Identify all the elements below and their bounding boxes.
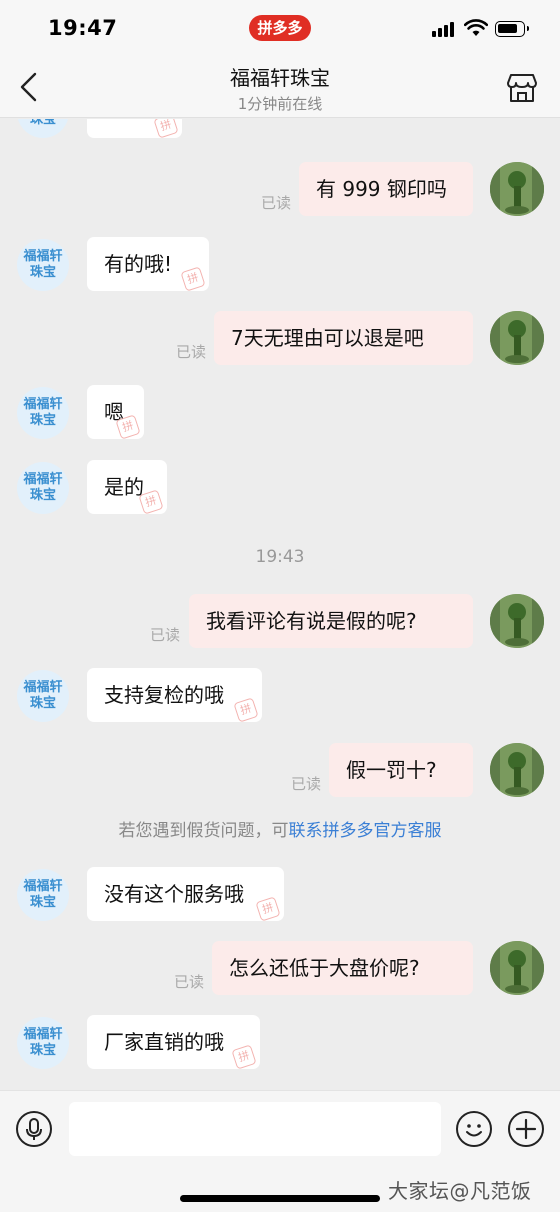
status-time: 19:47 [48,16,118,40]
pdd-tag: 拼 [138,489,164,514]
message-text: 我看评论有说是假的呢? [206,609,417,633]
message-row: 已读 我看评论有说是假的呢? [0,594,560,654]
wifi-icon [464,19,488,36]
message-bubble[interactable]: 是的 拼 [87,460,167,514]
user-avatar[interactable] [490,743,544,797]
read-status: 已读 [291,775,322,793]
message-row: 福福轩 珠宝 厂家直销的哦 拼 [0,1015,560,1075]
message-bubble[interactable]: 嗯 拼 [87,385,144,439]
smiley-icon [466,1124,482,1137]
home-indicator[interactable] [180,1195,380,1202]
pdd-tag: 拼 [231,1044,257,1069]
message-text: 有 999 钢印吗 [316,177,447,201]
message-text: 有的哦! [104,252,173,276]
message-row: 已读 假一罚十? [0,743,560,803]
battery-icon [495,21,529,37]
message-row: 已读 怎么还低于大盘价呢? [0,941,560,1001]
message-bubble[interactable]: 486m 拼 [87,119,182,138]
pdd-tag: 拼 [233,697,259,722]
message-row: 福福轩 珠宝 没有这个服务哦 拼 [0,867,560,927]
read-status: 已读 [261,194,292,212]
anti-fake-notice: 若您遇到假货问题，可联系拼多多官方客服 [0,816,560,841]
read-status: 已读 [150,626,181,644]
pdd-tag: 拼 [255,896,281,921]
pdd-tag: 拼 [115,414,141,439]
message-row: 福福轩珠宝 486m 拼 [0,119,560,144]
message-bubble[interactable]: 假一罚十? [329,743,473,797]
nav-bar: 福福轩珠宝 1分钟前在线 [0,56,560,118]
emoji-button[interactable] [456,1111,492,1147]
pdd-tag: 拼 [180,266,206,291]
user-avatar[interactable] [490,162,544,216]
official-support-link[interactable]: 联系拼多多官方客服 [289,821,442,841]
shop-avatar[interactable]: 福福轩珠宝 [17,119,69,138]
online-status: 1分钟前在线 [237,95,323,113]
status-bar: 19:47 拼多多 [0,0,560,56]
message-row: 福福轩 珠宝 嗯 拼 [0,385,560,445]
read-status: 已读 [176,343,207,361]
message-text: 486m [104,119,162,123]
message-bubble[interactable]: 没有这个服务哦 拼 [87,867,284,921]
message-row: 福福轩 珠宝 是的 拼 [0,460,560,520]
plus-icon [515,1118,537,1140]
microphone-icon [26,1118,42,1140]
message-text: 怎么还低于大盘价呢? [229,956,420,980]
signal-icon [432,22,456,37]
read-status: 已读 [174,973,205,991]
message-bubble[interactable]: 怎么还低于大盘价呢? [212,941,473,995]
user-avatar[interactable] [490,941,544,995]
message-text: 7天无理由可以退是吧 [231,326,424,350]
shop-avatar[interactable]: 福福轩珠宝 [17,869,69,921]
message-row: 已读 7天无理由可以退是吧 [0,311,560,371]
store-icon[interactable] [505,72,539,104]
message-bubble[interactable]: 7天无理由可以退是吧 [214,311,473,365]
shop-avatar[interactable]: 福福轩珠宝 [17,387,69,439]
chat-timestamp: 19:43 [255,547,305,567]
message-row: 福福轩 珠宝 支持复检的哦 拼 [0,668,560,728]
input-bar: 大家坛@凡范饭 [0,1090,560,1212]
message-bubble[interactable]: 有 999 钢印吗 [299,162,473,216]
message-text: 厂家直销的哦 [104,1030,224,1054]
message-text: 没有这个服务哦 [104,882,244,906]
watermark: 大家坛@凡范饭 [388,1179,532,1203]
notice-text: 若您遇到假货问题，可 [118,821,289,841]
more-button[interactable] [508,1111,544,1147]
message-row: 已读 有 999 钢印吗 [0,162,560,222]
user-avatar[interactable] [490,594,544,648]
message-bubble[interactable]: 我看评论有说是假的呢? [189,594,473,648]
app-badge: 拼多多 [249,15,311,41]
message-bubble[interactable]: 支持复检的哦 拼 [87,668,262,722]
message-text: 是的 [104,475,144,499]
chat-title: 福福轩珠宝 [230,66,330,90]
message-row: 福福轩 珠宝 有的哦! 拼 [0,237,560,297]
message-input[interactable] [69,1102,441,1156]
chat-list[interactable]: 福福轩珠宝 486m 拼 已读 有 999 钢印吗 福福轩珠宝 有的哦! 拼 已… [0,119,560,1090]
message-text: 支持复检的哦 [104,683,224,707]
user-avatar[interactable] [490,311,544,365]
shop-avatar[interactable]: 福福轩珠宝 [17,1017,69,1069]
shop-avatar[interactable]: 福福轩珠宝 [17,670,69,722]
message-bubble[interactable]: 有的哦! 拼 [87,237,209,291]
shop-avatar[interactable]: 福福轩珠宝 [17,462,69,514]
shop-avatar[interactable]: 福福轩珠宝 [17,239,69,291]
voice-button[interactable] [16,1111,52,1147]
pdd-tag: 拼 [153,119,179,138]
message-text: 假一罚十? [346,758,437,782]
message-bubble[interactable]: 厂家直销的哦 拼 [87,1015,260,1069]
